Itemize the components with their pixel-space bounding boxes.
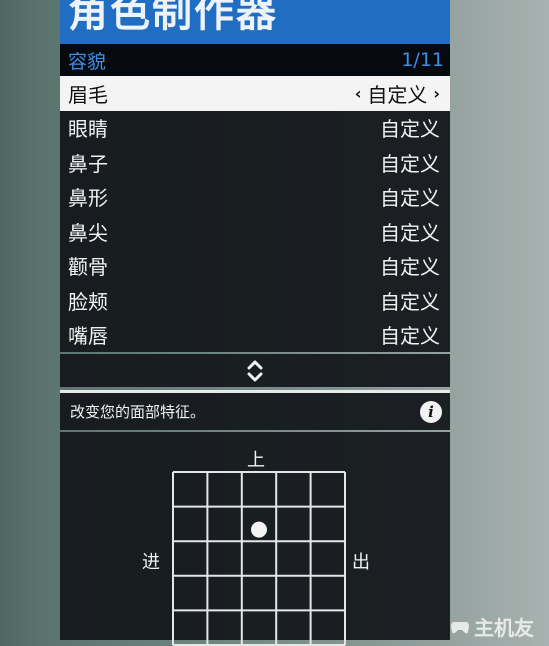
menu-item-value-selector[interactable]: ‹ 自定义 ›	[355, 79, 440, 108]
description-text: 改变您的面部特征。	[70, 403, 206, 421]
character-creator-panel: 角色制作器 容貌 1/11 眉毛 ‹ 自定义 › 眼睛 自定义 鼻子 自定义 鼻…	[60, 0, 450, 646]
chevron-left-icon[interactable]: ‹	[355, 84, 362, 103]
menu-item-cheekbones[interactable]: 颧骨 自定义	[60, 249, 450, 284]
category-header: 容貌 1/11	[60, 44, 450, 76]
page-indicator: 1/11	[401, 49, 444, 71]
menu-item-lips[interactable]: 嘴唇 自定义	[60, 318, 450, 353]
menu-item-value: 自定义	[380, 117, 440, 142]
chevron-right-icon[interactable]: ›	[433, 84, 440, 103]
page-title: 角色制作器	[68, 0, 278, 36]
menu-item-value: 自定义	[380, 289, 440, 314]
menu-item-value: 自定义	[380, 220, 440, 245]
gamepad-icon	[451, 621, 469, 633]
menu-item-eyebrows[interactable]: 眉毛 ‹ 自定义 ›	[60, 76, 450, 111]
menu-item-value: 自定义	[380, 255, 440, 280]
grid-top-label: 上	[247, 450, 265, 471]
watermark-text: 主机友	[474, 616, 534, 640]
menu-item-nose-shape[interactable]: 鼻形 自定义	[60, 180, 450, 215]
up-down-chevron-icon[interactable]	[246, 359, 264, 383]
menu-item-label: 眉毛	[68, 82, 108, 107]
menu-item-label: 鼻子	[68, 151, 108, 176]
menu-item-label: 鼻形	[68, 186, 108, 211]
menu-item-value: 自定义	[367, 82, 428, 107]
position-grid[interactable]	[172, 471, 346, 646]
menu-item-label: 眼睛	[68, 117, 108, 142]
description-bar: 改变您的面部特征。 i	[60, 393, 450, 430]
menu-item-value: 自定义	[380, 324, 440, 349]
category-label: 容貌	[68, 50, 107, 73]
grid-right-label: 出	[352, 552, 370, 573]
face-feature-grid-panel: 上 进 出	[60, 432, 450, 646]
grid-left-label: 进	[142, 552, 160, 573]
menu-item-label: 鼻尖	[68, 220, 108, 245]
title-bar: 角色制作器	[60, 0, 450, 44]
grid-handle[interactable]	[251, 521, 267, 538]
menu-item-value: 自定义	[380, 151, 440, 176]
feature-menu: 眉毛 ‹ 自定义 › 眼睛 自定义 鼻子 自定义 鼻形 自定义 鼻尖 自定义 颧…	[60, 76, 450, 352]
menu-item-label: 脸颊	[68, 289, 108, 314]
scroll-indicator[interactable]	[60, 354, 450, 387]
menu-item-label: 嘴唇	[68, 324, 108, 349]
watermark: 主机友	[450, 612, 534, 641]
menu-item-cheeks[interactable]: 脸颊 自定义	[60, 283, 450, 318]
menu-item-value: 自定义	[380, 186, 440, 211]
info-icon[interactable]: i	[420, 400, 442, 423]
menu-item-eyes[interactable]: 眼睛 自定义	[60, 111, 450, 146]
menu-item-nose-tip[interactable]: 鼻尖 自定义	[60, 214, 450, 249]
menu-item-label: 颧骨	[68, 255, 108, 280]
menu-item-nose[interactable]: 鼻子 自定义	[60, 145, 450, 180]
